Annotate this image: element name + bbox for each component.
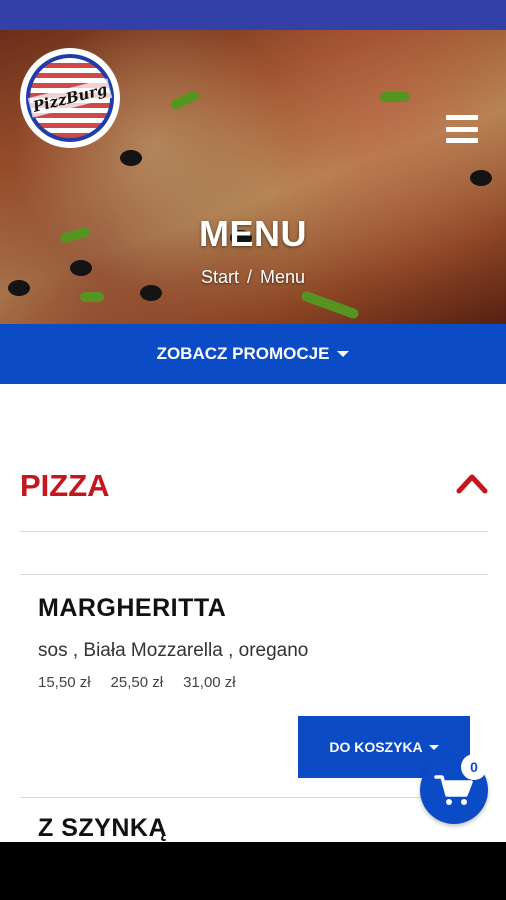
section-divider <box>20 531 488 532</box>
status-bar <box>0 0 506 30</box>
hamburger-icon[interactable] <box>446 115 478 143</box>
section-header[interactable]: PIZZA <box>20 462 488 512</box>
price-large: 31,00 zł <box>183 674 236 691</box>
promo-toggle-button[interactable]: ZOBACZ PROMOCJE <box>0 324 506 384</box>
chevron-up-icon[interactable] <box>456 472 488 494</box>
cart-count-badge: 0 <box>461 754 487 780</box>
hero-banner: PizzBurg MENU Start / Menu <box>0 30 506 324</box>
item-divider <box>20 797 488 798</box>
caret-down-icon <box>337 351 350 357</box>
page-title: MENU <box>199 213 307 254</box>
add-to-cart-label: DO KOSZYKA <box>329 739 423 755</box>
section-title: PIZZA <box>20 468 110 503</box>
item-name: Z SZYNKĄ <box>38 814 167 842</box>
logo-text: PizzBurg <box>27 78 113 118</box>
system-navigation-bar <box>0 842 506 900</box>
breadcrumb: Start / Menu <box>0 267 506 288</box>
item-divider <box>20 574 488 575</box>
breadcrumb-current: Menu <box>260 267 306 287</box>
logo[interactable]: PizzBurg <box>20 48 120 148</box>
breadcrumb-separator: / <box>246 267 252 287</box>
promo-label: ZOBACZ PROMOCJE <box>156 344 330 363</box>
breadcrumb-start[interactable]: Start <box>201 267 239 287</box>
item-name: MARGHERITTA <box>38 594 227 622</box>
price-small: 15,50 zł <box>38 674 91 691</box>
price-medium: 25,50 zł <box>110 674 164 691</box>
item-description: sos , Biała Mozzarella , oregano <box>38 640 309 661</box>
caret-down-icon <box>428 744 439 750</box>
item-prices: 15,50 zł 25,50 zł 31,00 zł <box>38 674 256 691</box>
logo-badge: PizzBurg <box>26 54 114 142</box>
